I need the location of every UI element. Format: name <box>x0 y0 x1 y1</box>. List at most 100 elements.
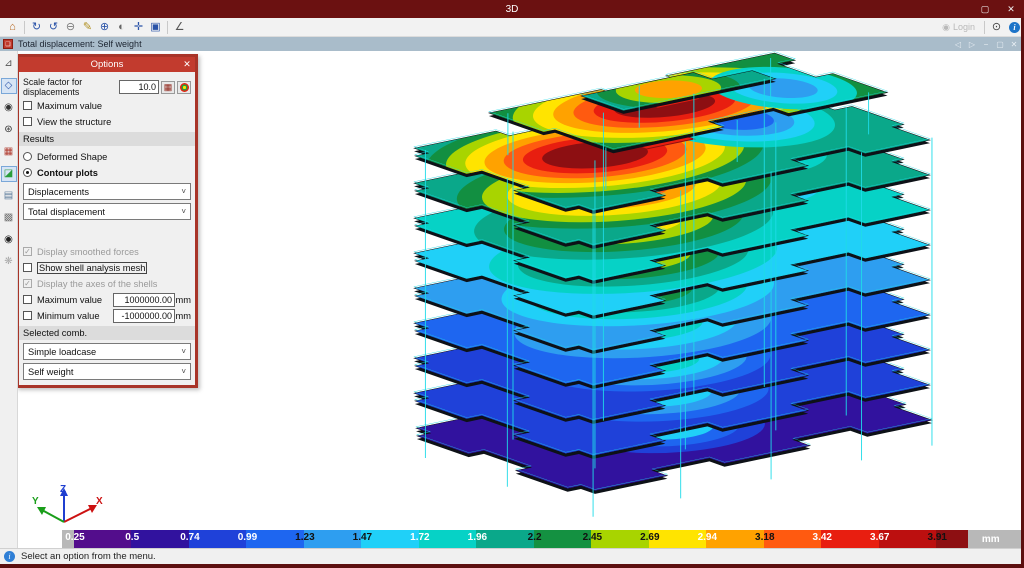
contour-palette-button[interactable] <box>177 80 191 94</box>
maximum-value-label: Maximum value <box>37 294 103 305</box>
shell-axes-checkbox: ✓ <box>23 278 32 288</box>
child-window-icon: ❑ <box>3 39 13 49</box>
palette-icon: ▦ <box>163 81 173 92</box>
close-icon[interactable]: ✕ <box>179 59 195 70</box>
color-scale-value: 0.99 <box>237 532 258 543</box>
restore-child-button[interactable]: ▢ <box>993 40 1007 49</box>
load-case-dropdown[interactable]: Self weight ˅ <box>23 363 191 380</box>
chevron-down-icon: ˅ <box>181 207 186 216</box>
toolbar-separator <box>24 20 25 34</box>
results-section-header: Results <box>19 132 195 146</box>
smoothed-forces-checkbox: ✓ <box>23 246 32 256</box>
contour-plots-radio[interactable] <box>23 168 32 177</box>
login-button[interactable]: ◉ Login <box>942 22 975 33</box>
color-scale-value: 1.23 <box>295 532 315 543</box>
previous-view-icon[interactable]: ▣ <box>147 20 164 35</box>
visibility-icon[interactable]: ◉ <box>1 232 17 248</box>
color-scale-value: 2.45 <box>582 532 603 543</box>
chevron-down-icon: ˅ <box>181 367 186 376</box>
cube-icon[interactable]: ▩ <box>1 210 17 226</box>
shell-mesh-label: Show shell analysis mesh <box>37 261 148 274</box>
render-mode-icon[interactable]: ◪ <box>0 166 17 182</box>
color-scale-value: 1.96 <box>467 532 488 543</box>
window-titlebar: 3D ▢ ✕ <box>0 0 1024 18</box>
child-window-title: Total displacement: Self weight <box>18 39 142 49</box>
color-scale-value: 0.5 <box>125 532 140 543</box>
zoom-in-icon[interactable]: ⊕ <box>96 20 113 35</box>
exit-icon[interactable]: ⌂ <box>4 20 21 35</box>
info-status-icon: i <box>4 551 15 562</box>
z-axis-label: Z <box>60 484 66 495</box>
maximum-value-input[interactable]: 1000000.00 <box>113 292 175 307</box>
close-button[interactable]: ✕ <box>998 4 1024 15</box>
minimize-child-button[interactable]: − <box>979 40 993 49</box>
ruler-icon[interactable]: ▤ <box>1 188 17 204</box>
login-label: Login <box>952 22 975 32</box>
color-scale-unit: mm <box>967 530 1024 548</box>
close-child-button[interactable]: ✕ <box>1007 40 1021 49</box>
maximum-value-checkbox[interactable] <box>23 295 32 304</box>
deformed-shape-radio[interactable] <box>23 152 32 161</box>
color-scale-value: 3.18 <box>755 532 775 543</box>
drafting-angle-icon[interactable]: ⊿ <box>1 56 17 72</box>
view-structure-label: View the structure <box>37 116 112 127</box>
options-panel-title: Options <box>90 59 124 70</box>
color-scale-value: 0.25 <box>65 532 85 543</box>
minimum-unit-label: mm <box>175 310 192 321</box>
previous-window-button[interactable]: ◁ <box>951 40 965 49</box>
user-icon: ◉ <box>942 21 950 32</box>
zoom-fit-icon[interactable]: ✛ <box>130 20 147 35</box>
redraw-icon[interactable]: ✎ <box>79 20 96 35</box>
rotate-icon[interactable]: ↻ <box>28 20 45 35</box>
color-scale-value: 1.47 <box>352 532 373 543</box>
maximum-value-top-checkbox[interactable] <box>23 101 32 110</box>
maximum-value-top-label: Maximum value <box>37 100 103 111</box>
chevron-down-icon: ˅ <box>181 347 186 356</box>
result-component-dropdown[interactable]: Total displacement ˅ <box>23 203 191 220</box>
window-title: 3D <box>505 3 519 15</box>
chevron-down-icon: ˅ <box>181 187 186 196</box>
color-scale-segment: 0.25 <box>65 530 132 548</box>
color-legend-button[interactable]: ▦ <box>161 80 175 94</box>
child-window-titlebar: ❑ Total displacement: Self weight ◁ ▷ − ▢ ✕ <box>0 37 1024 51</box>
model-viewport[interactable]: Z X Y 0.25 0.5 0.74 0.99 1.23 1.47 1.72 1.96 2.2… <box>18 51 1024 548</box>
minimum-value-label: Minimum value <box>37 310 100 321</box>
toolbar-separator <box>167 20 168 34</box>
shell-axes-label: Display the axes of the shells <box>37 278 158 289</box>
perspective-icon[interactable]: ∠ <box>171 20 188 35</box>
color-scale-value: 1.72 <box>410 532 430 543</box>
deformed-shape-label: Deformed Shape <box>37 151 108 162</box>
left-tool-sidebar: ⊿ ◇ ◉ ⊛ ▦ ◪ ▤ ▩ ◉ ❋ <box>0 51 18 548</box>
orbit-icon[interactable]: ↺ <box>45 20 62 35</box>
search-icon[interactable]: ⊙ <box>988 20 1005 35</box>
maximize-button[interactable]: ▢ <box>972 4 998 15</box>
minimum-value-input[interactable]: -1000000.00 <box>113 308 175 323</box>
next-window-button[interactable]: ▷ <box>965 40 979 49</box>
scale-factor-input[interactable]: 10.0 <box>119 80 159 94</box>
shell-mesh-checkbox[interactable] <box>23 263 32 272</box>
shield-icon[interactable]: ◇ <box>0 78 17 94</box>
combination-type-dropdown[interactable]: Simple loadcase ˅ <box>23 343 191 360</box>
color-scale-segment: 1.96 <box>468 530 534 548</box>
options-panel: ✕ Options ✕ Scale factor for displacemen… <box>18 54 198 388</box>
view-structure-checkbox[interactable] <box>23 117 32 126</box>
zoom-out-icon[interactable]: ⊖ <box>62 20 79 35</box>
result-color-scale: 0.25 0.5 0.74 0.99 1.23 1.47 1.72 1.96 2.2 2.45 2.… <box>62 530 1024 548</box>
camera-eye-icon[interactable]: ◉ <box>1 100 17 116</box>
info-icon[interactable]: i <box>1009 21 1020 33</box>
wireframe-icon[interactable]: ❋ <box>1 254 17 270</box>
smoothed-forces-label: Display smoothed forces <box>37 246 139 257</box>
result-type-dropdown[interactable]: Displacements ˅ <box>23 183 191 200</box>
status-message: Select an option from the menu. <box>21 551 156 562</box>
color-scale-segment: 3.91 <box>928 530 968 548</box>
options-panel-titlebar[interactable]: ✕ Options ✕ <box>19 57 195 72</box>
coordinate-axes-triad: Z X Y <box>32 484 103 523</box>
pan-icon[interactable]: ◐ <box>113 20 130 35</box>
orbit-sphere-icon[interactable]: ⊛ <box>1 122 17 138</box>
contour-plots-label: Contour plots <box>37 167 98 178</box>
color-scale-value: 2.69 <box>640 532 660 543</box>
minimum-value-checkbox[interactable] <box>23 311 32 320</box>
display-icon[interactable]: ▦ <box>1 144 17 160</box>
color-scale-value: 3.42 <box>812 532 833 543</box>
status-bar: i Select an option from the menu. <box>0 548 1024 564</box>
